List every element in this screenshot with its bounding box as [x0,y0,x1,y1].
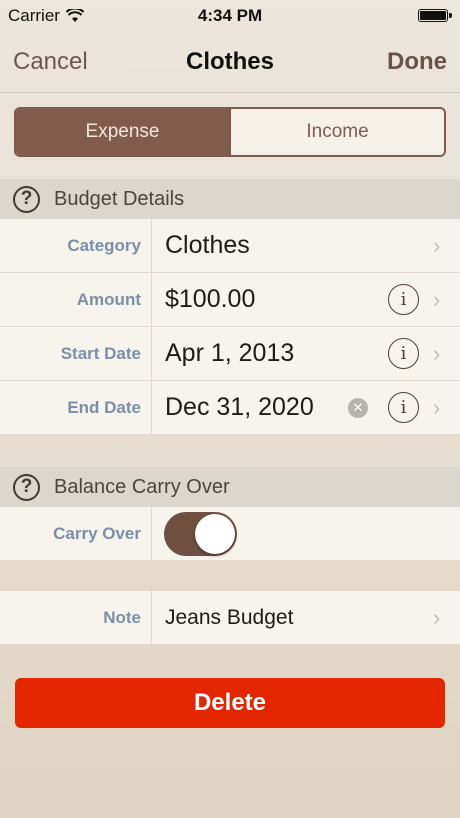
row-label: End Date [67,397,141,417]
help-icon[interactable]: ? [13,185,40,213]
battery-icon [418,9,452,22]
divider [151,381,152,434]
amount-row[interactable]: Amount $100.00 i › [0,273,460,327]
category-value: Clothes [165,231,250,259]
section-title: Balance Carry Over [54,475,230,498]
section-title: Budget Details [54,187,185,210]
segment-income[interactable]: Income [229,109,444,155]
row-label: Category [67,235,141,255]
amount-value: $100.00 [165,285,256,313]
cancel-button[interactable]: Cancel [0,48,88,76]
chevron-right-icon[interactable]: › [433,591,440,644]
divider [151,273,152,326]
help-icon[interactable]: ? [13,473,40,501]
chevron-right-icon[interactable]: › [433,327,440,380]
start-date-value: Apr 1, 2013 [165,339,295,367]
chevron-right-icon[interactable]: › [433,381,440,434]
chevron-right-icon[interactable]: › [433,273,440,326]
category-row[interactable]: Category Clothes › [0,219,460,273]
divider [151,591,152,644]
info-icon[interactable]: i [388,284,419,315]
navigation-bar: Cancel Clothes Done [0,32,460,93]
divider [151,219,152,272]
row-label: Amount [76,289,141,309]
toggle-knob [195,514,235,554]
status-bar: Carrier 4:34 PM [0,0,460,32]
carry-over-row: Carry Over [0,507,460,561]
divider [151,507,152,560]
clear-icon[interactable]: ✕ [348,398,368,418]
row-label: Note [103,607,141,627]
status-time: 4:34 PM [197,6,263,25]
info-icon[interactable]: i [388,338,419,369]
carry-over-header: ? Balance Carry Over [0,467,460,507]
budget-details-header: ? Budget Details [0,179,460,219]
delete-button[interactable]: Delete [15,678,445,728]
end-date-value: Dec 31, 2020 [165,393,314,421]
row-label: Carry Over [53,523,141,543]
segment-expense[interactable]: Expense [16,109,229,155]
type-segmented-control: Expense Income [14,107,446,157]
chevron-right-icon[interactable]: › [433,219,440,272]
divider [151,327,152,380]
carry-over-toggle[interactable] [164,512,237,556]
note-row[interactable]: Note Jeans Budget › [0,591,460,645]
done-button[interactable]: Done [387,48,460,76]
row-label: Start Date [60,343,141,363]
note-value: Jeans Budget [165,605,294,629]
start-date-row[interactable]: Start Date Apr 1, 2013 i › [0,327,460,381]
end-date-row[interactable]: End Date Dec 31, 2020 ✕ i › [0,381,460,435]
info-icon[interactable]: i [388,392,419,423]
